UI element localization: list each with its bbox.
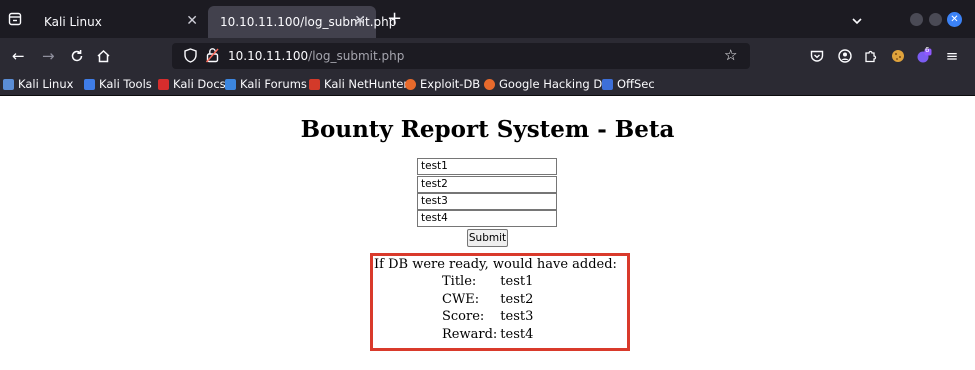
kali-tools-icon [84, 78, 95, 90]
tracking-protection-icon[interactable] [184, 48, 197, 67]
tab-list-icon[interactable] [6, 10, 24, 28]
tab-close-icon[interactable]: ✕ [354, 13, 366, 29]
menu-icon[interactable]: ≡ [943, 47, 961, 65]
google-hacking-db-icon [484, 78, 495, 90]
tab-close-icon[interactable]: ✕ [186, 13, 198, 29]
bookmark-google-hacking-db[interactable]: Google Hacking DB [484, 77, 610, 91]
kali-dragon-icon [3, 78, 14, 90]
bookmark-label: Kali Tools [99, 77, 152, 91]
url-bar[interactable]: 10.10.11.100/log_submit.php ☆ [172, 43, 750, 69]
score-input[interactable]: test3 [417, 193, 557, 210]
cookie-extension-icon[interactable] [889, 47, 907, 65]
extensions-puzzle-icon[interactable] [862, 47, 880, 65]
insecure-lock-icon[interactable] [205, 47, 219, 67]
cwe-input[interactable]: test2 [417, 176, 557, 193]
url-host: 10.10.11.100 [228, 49, 309, 63]
minimize-icon[interactable] [910, 13, 923, 26]
home-icon[interactable] [96, 47, 111, 67]
tab-title: Kali Linux [44, 15, 102, 29]
bookmark-label: Google Hacking DB [499, 77, 611, 91]
bookmark-label: Kali Forums [240, 77, 307, 91]
submit-button[interactable]: Submit [467, 229, 508, 247]
bookmark-kali-forums[interactable]: Kali Forums [225, 77, 307, 91]
account-icon[interactable] [836, 47, 854, 65]
page-title: Bounty Report System - Beta [300, 116, 675, 143]
chevron-down-icon[interactable] [851, 12, 863, 31]
reload-icon[interactable] [70, 47, 84, 67]
bookmark-kali-nethunter[interactable]: Kali NetHunter [309, 77, 408, 91]
reward-input[interactable]: test4 [417, 210, 557, 227]
offsec-icon [602, 78, 613, 90]
tab-title: 10.10.11.100/log_submit.php [220, 15, 397, 29]
bookmark-star-icon[interactable]: ☆ [724, 46, 737, 64]
exploit-db-icon [405, 78, 416, 90]
bookmark-label: Exploit-DB [420, 77, 481, 91]
bookmark-label: OffSec [617, 77, 655, 91]
bookmark-label: Kali Docs [173, 77, 226, 91]
extension-badge-icon[interactable]: 6 [915, 46, 933, 65]
bookmark-kali-linux[interactable]: Kali Linux [3, 77, 73, 91]
kali-docs-icon [158, 78, 169, 90]
extension-badge-count: 6 [925, 46, 930, 54]
kali-nethunter-icon [309, 78, 320, 90]
new-tab-icon[interactable]: + [387, 8, 402, 29]
window-close-icon[interactable]: ✕ [947, 12, 962, 27]
bookmark-exploit-db[interactable]: Exploit-DB [405, 77, 480, 91]
back-icon[interactable]: ← [12, 47, 25, 65]
tab-kali-linux[interactable]: Kali Linux ✕ [32, 6, 208, 38]
tab-log-submit[interactable]: 10.10.11.100/log_submit.php ✕ [208, 6, 396, 38]
bookmark-kali-docs[interactable]: Kali Docs [158, 77, 226, 91]
url-path: /log_submit.php [308, 49, 405, 63]
highlight-box [370, 253, 630, 351]
navigation-bar: ← → 10.10.11.100/log_submit.php ☆ 6 ≡ [0, 38, 975, 74]
bookmarks-toolbar: Kali Linux Kali Tools Kali Docs Kali For… [0, 74, 975, 96]
bookmark-offsec[interactable]: OffSec [602, 77, 655, 91]
bookmark-label: Kali Linux [18, 77, 74, 91]
bookmark-label: Kali NetHunter [324, 77, 409, 91]
pocket-icon[interactable] [808, 47, 826, 65]
bookmark-kali-tools[interactable]: Kali Tools [84, 77, 152, 91]
forward-icon[interactable]: → [42, 47, 55, 65]
tab-bar: Kali Linux ✕ 10.10.11.100/log_submit.php… [0, 0, 975, 38]
kali-forums-icon [225, 78, 236, 90]
url-text: 10.10.11.100/log_submit.php [228, 49, 404, 63]
maximize-icon[interactable] [929, 13, 942, 26]
page-content: Bounty Report System - Beta test1 test2 … [0, 96, 975, 370]
title-input[interactable]: test1 [417, 158, 557, 175]
